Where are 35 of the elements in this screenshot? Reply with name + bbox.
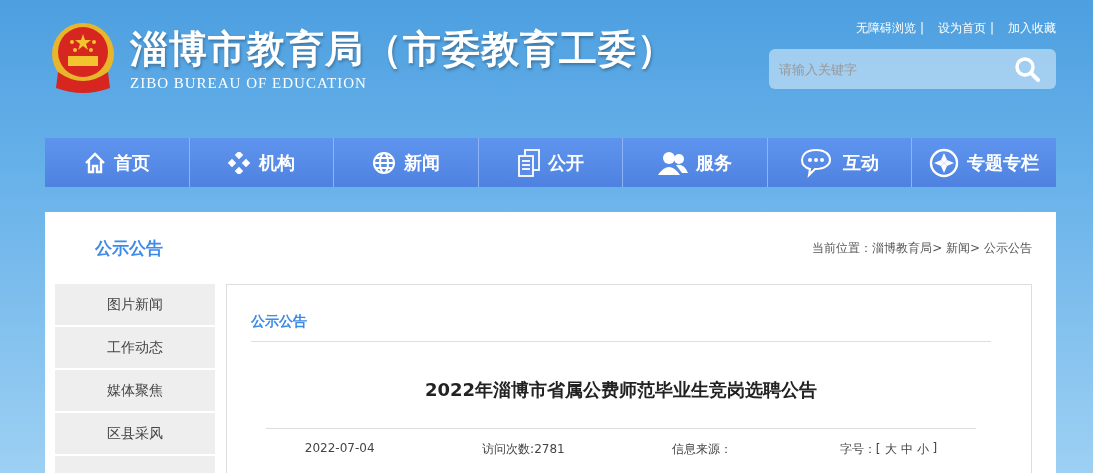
- sidebar-item[interactable]: 工作动态: [55, 327, 215, 368]
- font-size-link[interactable]: 小: [916, 441, 929, 458]
- font-size-label: 字号：[: [839, 441, 881, 458]
- nav-item[interactable]: 互动: [766, 138, 912, 187]
- breadcrumb: 当前位置：淄博教育局> 新闻> 公示公告: [812, 239, 1032, 257]
- globe-icon: [371, 150, 396, 175]
- sidebar-item[interactable]: 区县采风: [55, 413, 215, 454]
- visit-count: 访问次数:2781: [482, 441, 565, 458]
- nav-item[interactable]: 公开: [477, 138, 623, 187]
- people-icon: [658, 150, 689, 175]
- section-title: 公示公告: [95, 236, 163, 260]
- font-size-link[interactable]: 中: [900, 441, 913, 458]
- nav-item[interactable]: 机构: [188, 138, 334, 187]
- font-size-link[interactable]: 大: [884, 441, 897, 458]
- top-link[interactable]: 加入收藏: [1008, 20, 1056, 37]
- sidebar-item[interactable]: 媒体聚焦: [55, 370, 215, 411]
- site-subtitle: ZIBO BUREAU OF EDUCATION: [130, 75, 368, 92]
- publish-date: 2022-07-04: [304, 441, 375, 457]
- top-link[interactable]: 无障碍浏览 |: [856, 20, 925, 37]
- nav-item[interactable]: 服务: [622, 138, 767, 187]
- article-title: 2022年淄博市省属公费师范毕业生竞岗选聘公告: [266, 342, 976, 429]
- documents-icon: [517, 148, 540, 177]
- nav-item[interactable]: 专题专栏: [911, 138, 1057, 187]
- nav-item[interactable]: 新闻: [333, 138, 478, 187]
- top-link[interactable]: 设为首页 |: [938, 20, 994, 37]
- search-icon[interactable]: [1014, 56, 1040, 82]
- bracket-text: ]: [932, 441, 938, 457]
- site-title: 淄博市教育局（市委教育工委）: [130, 26, 676, 73]
- diamonds-icon: [227, 151, 252, 174]
- nav-item[interactable]: 首页: [45, 138, 189, 187]
- compass-icon: [929, 147, 960, 178]
- house-icon: [83, 151, 106, 174]
- category-title: 公示公告: [251, 285, 991, 342]
- info-source: 信息来源：: [672, 441, 733, 458]
- sidebar-item[interactable]: 图片新闻: [55, 284, 215, 325]
